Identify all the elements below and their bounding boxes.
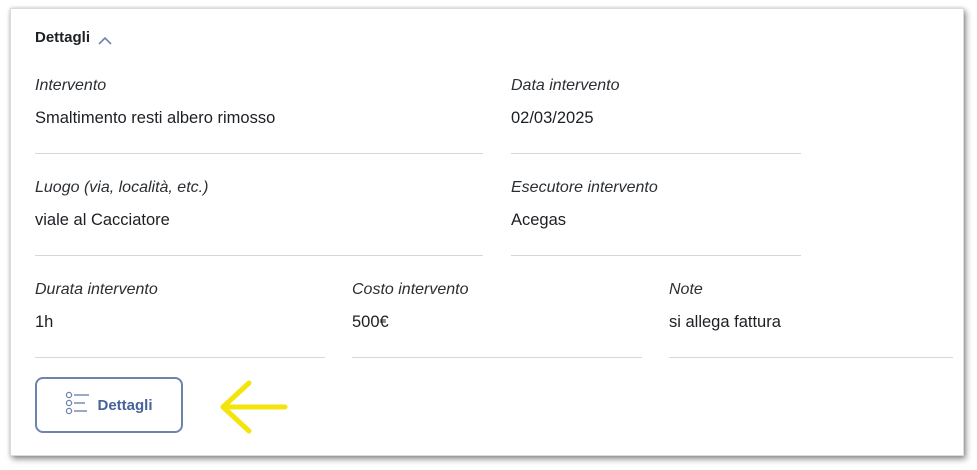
field-divider [35,153,483,154]
chevron-up-icon[interactable] [98,33,112,45]
field-label: Esecutore intervento [511,179,658,196]
field-value: 02/03/2025 [511,109,594,127]
field-divider [511,153,801,154]
field-label: Intervento [35,77,107,94]
field-divider [35,255,483,256]
field-value: Smaltimento resti albero rimosso [35,109,276,127]
details-section-header[interactable]: Dettagli [35,29,112,46]
details-button[interactable]: Dettagli [35,377,183,433]
field-divider [352,357,642,358]
field-value: 500€ [352,313,389,331]
field-value: si allega fattura [669,313,781,331]
field-value: viale al Cacciatore [35,211,170,229]
field-label: Note [669,281,703,298]
arrow-left-icon [217,377,297,442]
field-value: Acegas [511,211,567,229]
field-divider [35,357,325,358]
section-title: Dettagli [35,29,91,46]
field-label: Durata intervento [35,281,158,298]
field-label: Luogo (via, località, etc.) [35,179,209,196]
field-label: Costo intervento [352,281,469,298]
details-button-label: Dettagli [97,396,153,414]
details-panel: Dettagli Intervento Smaltimento resti al… [10,8,964,456]
field-divider [511,255,801,256]
field-label: Data intervento [511,77,620,94]
field-divider [669,357,953,358]
field-value: 1h [35,313,54,331]
list-details-icon [65,391,91,420]
